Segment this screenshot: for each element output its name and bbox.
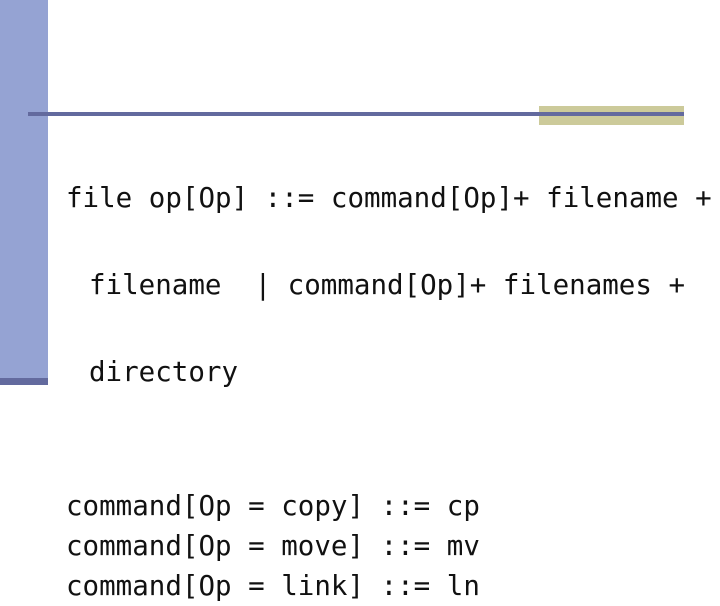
- production-line-1: file op[Op] ::= command[Op]+ filename +: [66, 182, 712, 214]
- rule-line-move: command[Op = move] ::= mv: [66, 530, 480, 562]
- header-divider-rule: [28, 112, 684, 116]
- slide-content: file op[Op] ::= command[Op]+ filename + …: [66, 126, 712, 606]
- rule-line-link: command[Op = link] ::= ln: [66, 570, 480, 602]
- sidebar-accent-foot: [0, 378, 48, 385]
- rule-line-copy: command[Op = copy] ::= cp: [66, 490, 480, 522]
- sidebar-accent-bar: [0, 0, 48, 378]
- grammar-production-paragraph: file op[Op] ::= command[Op]+ filename + …: [66, 126, 712, 445]
- slide-canvas: file op[Op] ::= command[Op]+ filename + …: [0, 0, 720, 602]
- production-line-2: filename | command[Op]+ filenames +: [89, 269, 686, 301]
- grammar-rules-list: command[Op = copy] ::= cp command[Op = m…: [66, 486, 706, 606]
- production-line-3: directory: [89, 356, 239, 388]
